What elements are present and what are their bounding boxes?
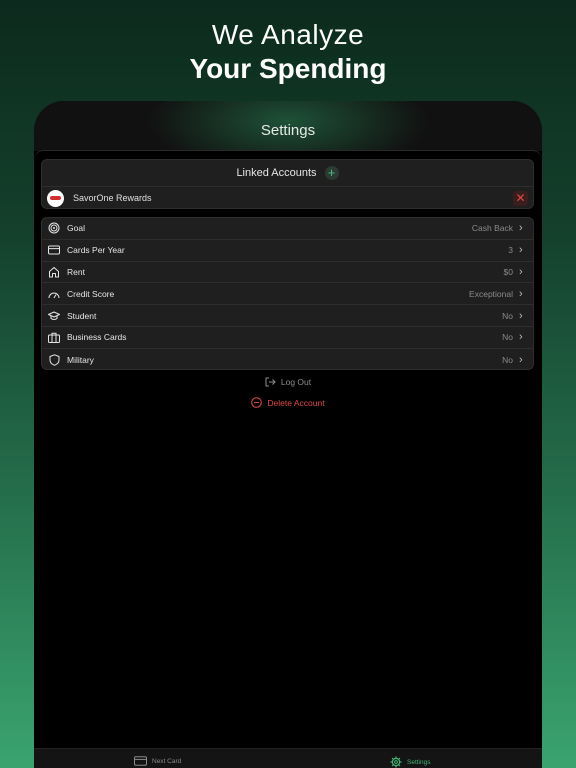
minus-circle-icon bbox=[251, 397, 263, 408]
logout-button[interactable]: Log Out bbox=[34, 377, 542, 387]
credit-card-icon bbox=[47, 243, 61, 257]
graduation-cap-icon bbox=[47, 309, 61, 323]
chevron-right-icon: › bbox=[519, 244, 523, 257]
delete-account-label: Delete Account bbox=[267, 397, 325, 408]
tab-label: Settings bbox=[407, 758, 431, 766]
linked-accounts-card: Linked Accounts + SavorOne Rewards ✕ bbox=[41, 159, 534, 209]
tab-next-card[interactable]: Next Card bbox=[134, 756, 181, 766]
pref-value: Exceptional bbox=[469, 288, 513, 299]
chevron-right-icon: › bbox=[519, 287, 523, 300]
linked-accounts-header: Linked Accounts + bbox=[42, 160, 533, 187]
pref-row-military[interactable]: Military No › bbox=[42, 349, 533, 369]
plus-icon[interactable]: + bbox=[324, 166, 339, 180]
page-title: Settings bbox=[260, 122, 316, 139]
linked-account-row[interactable]: SavorOne Rewards ✕ bbox=[42, 187, 533, 208]
pref-label: Business Cards bbox=[67, 332, 127, 343]
target-icon bbox=[47, 221, 61, 235]
close-icon[interactable]: ✕ bbox=[513, 190, 528, 206]
pref-value: No bbox=[502, 332, 513, 343]
pref-label: Student bbox=[67, 310, 97, 321]
chevron-right-icon: › bbox=[519, 353, 523, 366]
pref-label: Cards Per Year bbox=[67, 245, 125, 256]
chevron-right-icon: › bbox=[519, 265, 523, 278]
pref-label: Rent bbox=[67, 266, 85, 277]
pref-value: No bbox=[502, 354, 513, 365]
tab-bar: Next Card Settings bbox=[34, 748, 542, 768]
pref-value: 3 bbox=[508, 245, 513, 256]
tab-settings[interactable]: Settings bbox=[390, 756, 431, 768]
chevron-right-icon: › bbox=[519, 331, 523, 344]
tab-label: Next Card bbox=[152, 757, 182, 765]
nav-header: Settings bbox=[34, 101, 542, 151]
briefcase-icon bbox=[47, 330, 61, 344]
house-icon bbox=[47, 265, 61, 279]
chevron-right-icon: › bbox=[519, 309, 523, 322]
pref-label: Credit Score bbox=[67, 288, 115, 299]
shield-icon bbox=[47, 353, 61, 367]
pref-row-cards-per-year[interactable]: Cards Per Year 3 › bbox=[42, 240, 533, 262]
pref-value: $0 bbox=[503, 266, 513, 277]
preferences-card: Goal Cash Back › Cards Per Year 3 › Rent… bbox=[41, 217, 534, 370]
marketing-headline: We Analyze Your Spending bbox=[0, 18, 576, 86]
pref-row-credit-score[interactable]: Credit Score Exceptional › bbox=[42, 283, 533, 306]
gear-icon bbox=[390, 756, 402, 768]
delete-account-button[interactable]: Delete Account bbox=[34, 397, 542, 408]
pref-value: No bbox=[502, 310, 513, 321]
linked-account-name: SavorOne Rewards bbox=[73, 193, 152, 203]
pref-row-student[interactable]: Student No › bbox=[42, 305, 533, 327]
settings-sheet: Linked Accounts + SavorOne Rewards ✕ Goa… bbox=[34, 150, 542, 768]
device-frame: Settings Linked Accounts + SavorOne Rewa… bbox=[34, 101, 542, 768]
chevron-right-icon: › bbox=[519, 222, 523, 235]
bank-logo-icon bbox=[47, 189, 64, 207]
logout-label: Log Out bbox=[280, 377, 312, 387]
pref-row-business-cards[interactable]: Business Cards No › bbox=[42, 327, 533, 349]
linked-accounts-title: Linked Accounts bbox=[236, 167, 317, 179]
gauge-icon bbox=[47, 287, 61, 301]
headline-line-2: Your Spending bbox=[189, 53, 387, 84]
pref-label: Military bbox=[67, 354, 94, 365]
pref-value: Cash Back bbox=[471, 223, 513, 234]
credit-card-icon bbox=[134, 756, 147, 766]
pref-row-goal[interactable]: Goal Cash Back › bbox=[42, 218, 533, 240]
logout-icon bbox=[265, 377, 276, 387]
pref-label: Goal bbox=[67, 223, 85, 234]
pref-row-rent[interactable]: Rent $0 › bbox=[42, 262, 533, 284]
headline-line-1: We Analyze bbox=[211, 19, 365, 50]
